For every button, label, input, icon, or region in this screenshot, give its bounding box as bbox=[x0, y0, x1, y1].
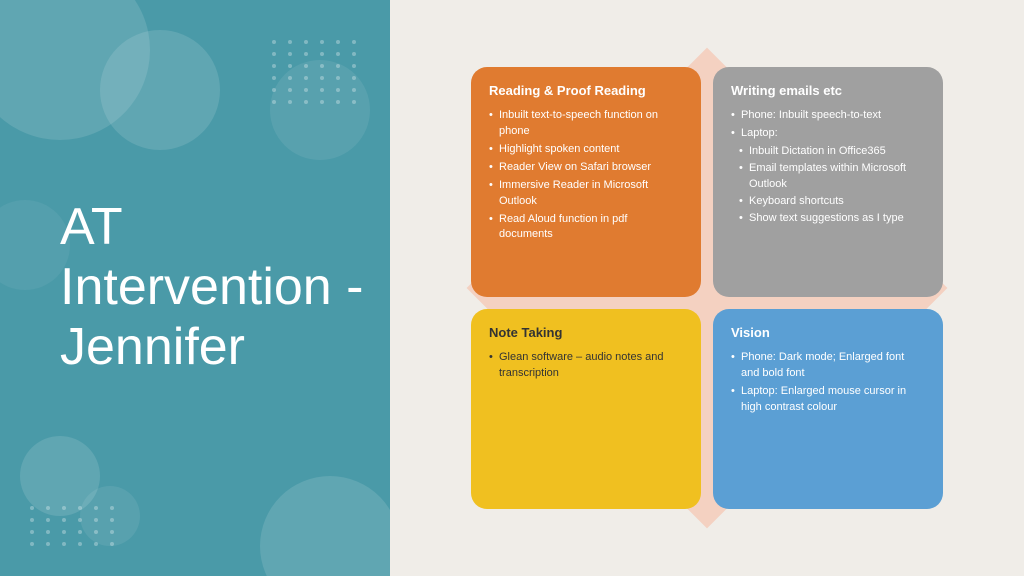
sidebar: AT Intervention - Jennifer bbox=[0, 0, 390, 576]
card-vision: Vision Phone: Dark mode; Enlarged font a… bbox=[713, 309, 943, 509]
cards-grid: Reading & Proof Reading Inbuilt text-to-… bbox=[471, 67, 943, 509]
card-notetaking: Note Taking Glean software – audio notes… bbox=[471, 309, 701, 509]
list-subitem: Email templates within Microsoft Outlook bbox=[731, 161, 925, 193]
card-notetaking-list: Glean software – audio notes and transcr… bbox=[489, 350, 683, 382]
list-item: Inbuilt text-to-speech function on phone bbox=[489, 108, 683, 140]
card-reading: Reading & Proof Reading Inbuilt text-to-… bbox=[471, 67, 701, 297]
list-subitem: Show text suggestions as I type bbox=[731, 211, 925, 227]
list-item: Glean software – audio notes and transcr… bbox=[489, 350, 683, 382]
list-item: Highlight spoken content bbox=[489, 142, 683, 158]
deco-circle-6 bbox=[260, 476, 390, 576]
list-item: Laptop: Enlarged mouse cursor in high co… bbox=[731, 384, 925, 416]
sidebar-title: AT Intervention - Jennifer bbox=[60, 198, 390, 377]
card-vision-list: Phone: Dark mode; Enlarged font and bold… bbox=[731, 350, 925, 416]
card-notetaking-title: Note Taking bbox=[489, 325, 683, 342]
card-vision-title: Vision bbox=[731, 325, 925, 342]
card-reading-title: Reading & Proof Reading bbox=[489, 83, 683, 100]
list-item: Read Aloud function in pdf documents bbox=[489, 212, 683, 244]
card-writing: Writing emails etc Phone: Inbuilt speech… bbox=[713, 67, 943, 297]
list-subitem: Keyboard shortcuts bbox=[731, 194, 925, 210]
dot-pattern-top bbox=[272, 40, 360, 104]
main-content: Reading & Proof Reading Inbuilt text-to-… bbox=[390, 0, 1024, 576]
list-item: Reader View on Safari browser bbox=[489, 160, 683, 176]
card-writing-list: Phone: Inbuilt speech-to-text Laptop: In… bbox=[731, 108, 925, 227]
card-reading-list: Inbuilt text-to-speech function on phone… bbox=[489, 108, 683, 244]
list-item: Phone: Inbuilt speech-to-text bbox=[731, 108, 925, 124]
list-subitem: Inbuilt Dictation in Office365 bbox=[731, 144, 925, 160]
dot-pattern-bottom bbox=[30, 506, 118, 546]
list-item: Phone: Dark mode; Enlarged font and bold… bbox=[731, 350, 925, 382]
list-item: Laptop: bbox=[731, 126, 925, 142]
list-item: Immersive Reader in Microsoft Outlook bbox=[489, 178, 683, 210]
deco-circle-2 bbox=[100, 30, 220, 150]
card-writing-title: Writing emails etc bbox=[731, 83, 925, 100]
